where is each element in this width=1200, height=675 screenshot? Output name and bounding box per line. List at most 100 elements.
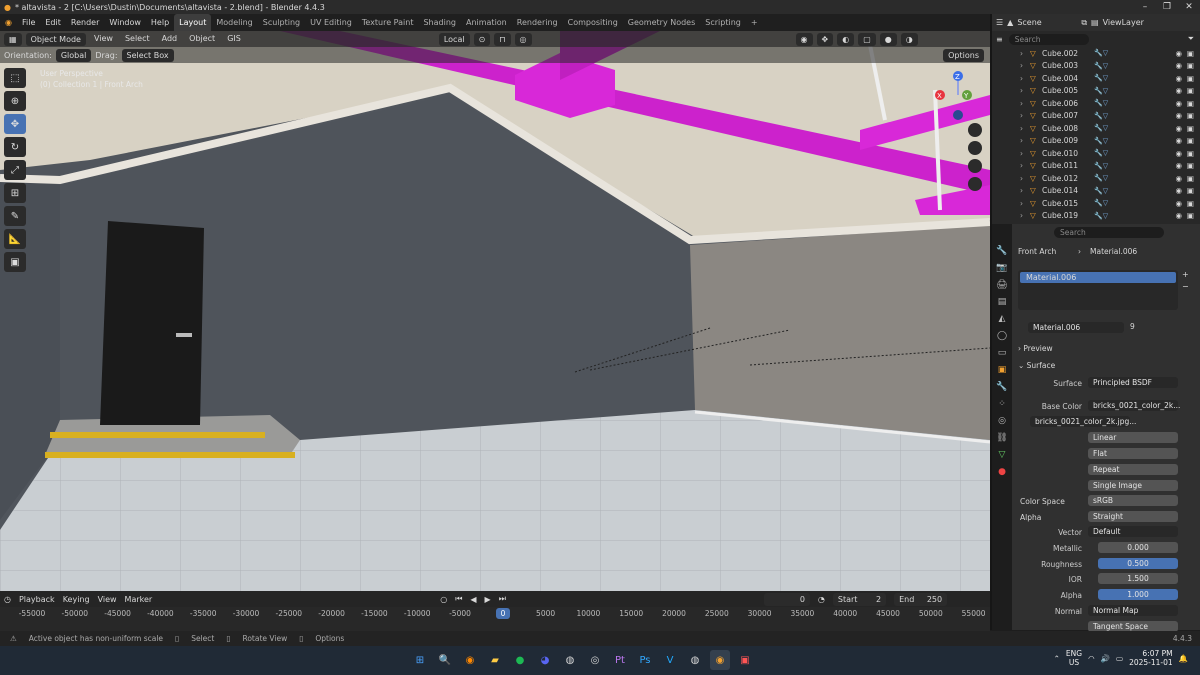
minimize-button[interactable]: – xyxy=(1134,0,1156,14)
editor-type-icon[interactable]: ☰ xyxy=(996,18,1003,27)
tool-tab-icon[interactable]: 🔧 xyxy=(996,244,1007,259)
spotify-icon[interactable]: ● xyxy=(510,650,530,670)
visibility-eye-icon[interactable]: ◉ xyxy=(1175,99,1182,108)
render-camera-icon[interactable]: ▣ xyxy=(1187,161,1194,170)
blender-taskbar-icon[interactable]: ◉ xyxy=(710,650,730,670)
tab-shading[interactable]: Shading xyxy=(418,14,461,31)
shading-material-icon[interactable]: ◑ xyxy=(900,32,918,46)
interpolation-dropdown[interactable]: Linear xyxy=(1088,432,1178,443)
outliner-search-input[interactable]: Search xyxy=(1008,33,1089,45)
discord-icon[interactable]: ◕ xyxy=(535,650,555,670)
projection-dropdown[interactable]: Flat xyxy=(1088,448,1178,459)
constraints-tab-icon[interactable]: ⛓ xyxy=(996,431,1007,446)
tab-compositing[interactable]: Compositing xyxy=(563,14,623,31)
outliner-row[interactable]: › ▽ Cube.011 🔧▽ ◉ ▣ xyxy=(992,160,1200,173)
visibility-eye-icon[interactable]: ◉ xyxy=(1175,174,1182,183)
render-camera-icon[interactable]: ▣ xyxy=(1187,124,1194,133)
filter-icon[interactable]: ⏷ xyxy=(1188,34,1194,44)
render-camera-icon[interactable]: ▣ xyxy=(1187,211,1194,220)
material-tab-icon[interactable]: ● xyxy=(998,465,1006,480)
volume-icon[interactable]: 🔊 xyxy=(1101,654,1110,663)
tab-animation[interactable]: Animation xyxy=(461,14,512,31)
snap-icon[interactable]: ⊓ xyxy=(494,32,511,46)
roughness-field[interactable]: 0.500 xyxy=(1098,558,1178,569)
vscode-icon[interactable]: V xyxy=(660,650,680,670)
particles-tab-icon[interactable]: ⁘ xyxy=(998,397,1006,412)
playhead[interactable]: 0 xyxy=(496,608,510,619)
render-camera-icon[interactable]: ▣ xyxy=(1187,174,1194,183)
render-camera-icon[interactable]: ▣ xyxy=(1187,49,1194,58)
tab-modeling[interactable]: Modeling xyxy=(211,14,257,31)
notification-icon[interactable]: 🔔 xyxy=(1179,654,1188,663)
properties-search-input[interactable]: Search xyxy=(1054,227,1164,238)
xray-icon[interactable]: ▢ xyxy=(858,32,876,46)
outliner-row[interactable]: › ▽ Cube.019 🔧▽ ◉ ▣ xyxy=(992,210,1200,223)
record-icon[interactable]: ○ xyxy=(440,595,447,604)
photoshop-icon[interactable]: Ps xyxy=(635,650,655,670)
menu-object[interactable]: Object xyxy=(185,33,219,45)
visibility-eye-icon[interactable]: ◉ xyxy=(1175,186,1182,195)
visibility-eye-icon[interactable]: ◉ xyxy=(1175,86,1182,95)
remove-slot-icon[interactable]: − xyxy=(1182,282,1189,291)
visibility-eye-icon[interactable]: ◉ xyxy=(1175,136,1182,145)
steam-icon[interactable]: ◍ xyxy=(560,650,580,670)
menu-view[interactable]: View xyxy=(90,33,117,45)
render-camera-icon[interactable]: ▣ xyxy=(1187,149,1194,158)
shading-solid-icon[interactable]: ● xyxy=(879,32,897,46)
timeline-ruler[interactable]: -55000 -50000 -45000 -40000 -35000 -30000 -250… xyxy=(0,609,990,621)
outliner-row[interactable]: › ▽ Cube.002 🔧▽ ◉ ▣ xyxy=(992,47,1200,60)
outliner-row[interactable]: › ▽ Cube.006 🔧▽ ◉ ▣ xyxy=(992,97,1200,110)
expand-arrow-icon[interactable]: › xyxy=(1020,124,1030,133)
measure-icon[interactable]: 📐 xyxy=(4,229,26,249)
drag-dropdown[interactable]: Select Box xyxy=(121,48,174,62)
windows-start-icon[interactable]: ⊞ xyxy=(410,650,430,670)
add-workspace-button[interactable]: + xyxy=(746,14,763,31)
visibility-eye-icon[interactable]: ◉ xyxy=(1175,49,1182,58)
pivot-icon[interactable]: ⊙ xyxy=(473,32,491,46)
outliner-row[interactable]: › ▽ Cube.010 🔧▽ ◉ ▣ xyxy=(992,147,1200,160)
menu-playback[interactable]: Playback xyxy=(19,595,55,604)
outliner-row[interactable]: › ▽ Cube.003 🔧▽ ◉ ▣ xyxy=(992,60,1200,73)
material-slot[interactable]: Material.006 xyxy=(1020,272,1176,283)
alpha-mode-dropdown[interactable]: Straight xyxy=(1088,511,1178,522)
visibility-eye-icon[interactable]: ◉ xyxy=(1175,149,1182,158)
render-camera-icon[interactable]: ▣ xyxy=(1187,111,1194,120)
alpha-field[interactable]: 1.000 xyxy=(1098,589,1178,600)
surface-panel-header[interactable]: ⌄ Surface xyxy=(1018,361,1055,370)
menu-file[interactable]: File xyxy=(17,14,40,31)
tab-rendering[interactable]: Rendering xyxy=(512,14,563,31)
visibility-eye-icon[interactable]: ◉ xyxy=(1175,199,1182,208)
expand-arrow-icon[interactable]: › xyxy=(1020,174,1030,183)
navigation-gizmo[interactable]: Z X Y xyxy=(925,70,983,210)
expand-arrow-icon[interactable]: › xyxy=(1020,86,1030,95)
menu-view[interactable]: View xyxy=(98,595,117,604)
expand-arrow-icon[interactable]: › xyxy=(1020,211,1030,220)
jump-start-icon[interactable]: ⏮ xyxy=(455,594,462,604)
base-color-field[interactable]: bricks_0021_color_2k... xyxy=(1088,400,1180,411)
view-layer-tab-icon[interactable]: ▤ xyxy=(998,295,1007,310)
metallic-field[interactable]: 0.000 xyxy=(1098,542,1178,553)
physics-tab-icon[interactable]: ◎ xyxy=(998,414,1006,429)
menu-keying[interactable]: Keying xyxy=(63,595,90,604)
visibility-eye-icon[interactable]: ◉ xyxy=(1175,124,1182,133)
gizmo-icon[interactable]: ✥ xyxy=(816,32,834,46)
scene-name[interactable]: Scene xyxy=(1017,18,1077,27)
menu-gis[interactable]: GIS xyxy=(223,33,245,45)
battery-icon[interactable]: ▭ xyxy=(1116,654,1123,663)
move-icon[interactable]: ✥ xyxy=(4,114,26,134)
extension-dropdown[interactable]: Repeat xyxy=(1088,464,1178,475)
visibility-eye-icon[interactable]: ◉ xyxy=(1175,74,1182,83)
mode-dropdown[interactable]: Object Mode xyxy=(25,32,86,46)
outliner-row[interactable]: › ▽ Cube.005 🔧▽ ◉ ▣ xyxy=(992,85,1200,98)
file-explorer-icon[interactable]: ▰ xyxy=(485,650,505,670)
outliner-row[interactable]: › ▽ Cube.014 🔧▽ ◉ ▣ xyxy=(992,185,1200,198)
outliner-row[interactable]: › ▽ Cube.015 🔧▽ ◉ ▣ xyxy=(992,197,1200,210)
editor-type-dropdown[interactable]: ▦ xyxy=(4,32,22,46)
proportional-edit-icon[interactable]: ◎ xyxy=(514,32,532,46)
normal-field[interactable]: Normal Map xyxy=(1088,605,1178,616)
tab-uv-editing[interactable]: UV Editing xyxy=(305,14,357,31)
output-tab-icon[interactable]: 🖨 xyxy=(996,278,1007,293)
select-box-icon[interactable]: ⬚ xyxy=(4,68,26,88)
tray-chevron-icon[interactable]: ⌃ xyxy=(1054,654,1060,663)
expand-arrow-icon[interactable]: › xyxy=(1020,74,1030,83)
